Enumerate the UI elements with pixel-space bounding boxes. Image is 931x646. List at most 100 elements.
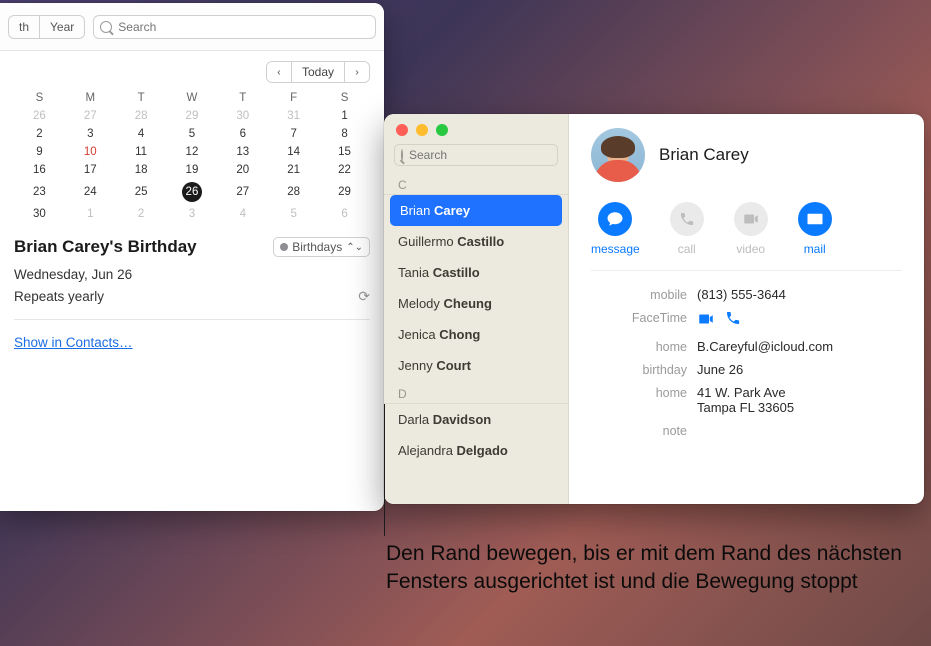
date-cell[interactable]: 20	[217, 161, 268, 179]
date-cell[interactable]: 28	[268, 179, 319, 205]
call-action: call	[670, 202, 704, 256]
calendar-search[interactable]	[93, 15, 376, 39]
date-cell[interactable]: 15	[319, 143, 370, 161]
view-tab-partial[interactable]: th	[9, 16, 39, 38]
mail-action[interactable]: mail	[798, 202, 832, 256]
today-button[interactable]: Today	[291, 62, 345, 82]
field-row: FaceTime	[591, 306, 902, 335]
prev-month-button[interactable]: ‹	[267, 62, 291, 82]
date-cell[interactable]: 13	[217, 143, 268, 161]
search-icon	[100, 21, 112, 33]
event-title: Brian Carey's Birthday	[14, 237, 197, 257]
close-button[interactable]	[396, 124, 408, 136]
section-header: D	[384, 385, 568, 404]
date-cell[interactable]: 3	[65, 125, 116, 143]
contact-list-item[interactable]: Darla Davidson	[384, 404, 568, 435]
date-cell[interactable]: 30	[217, 107, 268, 125]
contact-list-item[interactable]: Guillermo Castillo	[384, 226, 568, 257]
date-cell[interactable]: 25	[116, 179, 167, 205]
date-cell[interactable]: 26	[167, 179, 218, 205]
date-cell[interactable]: 6	[217, 125, 268, 143]
field-row: homeB.Careyful@icloud.com	[591, 335, 902, 358]
section-header: C	[384, 176, 568, 195]
date-cell[interactable]: 11	[116, 143, 167, 161]
facetime-audio-icon[interactable]	[725, 310, 741, 331]
date-cell[interactable]: 27	[65, 107, 116, 125]
date-cell[interactable]: 21	[268, 161, 319, 179]
date-cell[interactable]: 9	[14, 143, 65, 161]
view-tab-year[interactable]: Year	[39, 16, 84, 38]
view-segmented[interactable]: th Year	[8, 15, 85, 39]
date-cell[interactable]: 26	[14, 107, 65, 125]
date-cell[interactable]: 5	[268, 205, 319, 223]
contacts-search-input[interactable]	[409, 148, 564, 162]
field-label: home	[591, 385, 687, 415]
date-cell[interactable]: 1	[65, 205, 116, 223]
message-icon	[598, 202, 632, 236]
date-cell[interactable]: 4	[116, 125, 167, 143]
date-cell[interactable]: 22	[319, 161, 370, 179]
date-cell[interactable]: 16	[14, 161, 65, 179]
date-cell[interactable]: 29	[167, 107, 218, 125]
date-cell[interactable]: 17	[65, 161, 116, 179]
calendar-chip-label: Birthdays	[292, 240, 342, 254]
field-value: June 26	[697, 362, 902, 377]
video-action: video	[734, 202, 768, 256]
calendar-picker[interactable]: Birthdays ⌃⌄	[273, 237, 370, 257]
field-label: note	[591, 423, 687, 438]
date-cell[interactable]: 31	[268, 107, 319, 125]
show-in-contacts-link[interactable]: Show in Contacts…	[14, 335, 133, 350]
date-cell[interactable]: 29	[319, 179, 370, 205]
contact-fields: mobile(813) 555-3644FaceTimehomeB.Careyf…	[591, 270, 902, 442]
facetime-video-icon[interactable]	[697, 310, 715, 331]
date-cell[interactable]: 14	[268, 143, 319, 161]
contact-name: Brian Carey	[659, 145, 749, 165]
date-cell[interactable]: 2	[116, 205, 167, 223]
next-month-button[interactable]: ›	[345, 62, 369, 82]
calendar-search-input[interactable]	[118, 20, 369, 34]
dow-cell: F	[268, 89, 319, 107]
search-icon	[401, 149, 403, 161]
contact-list-item[interactable]: Melody Cheung	[384, 288, 568, 319]
date-cell[interactable]: 2	[14, 125, 65, 143]
event-date: Wednesday, Jun 26	[14, 267, 132, 282]
zoom-button[interactable]	[436, 124, 448, 136]
field-value	[697, 423, 902, 438]
action-row: message call video mail	[591, 202, 902, 256]
date-cell[interactable]: 4	[217, 205, 268, 223]
contacts-search[interactable]	[394, 144, 558, 166]
field-label: FaceTime	[591, 310, 687, 331]
date-cell[interactable]: 3	[167, 205, 218, 223]
date-cell[interactable]: 28	[116, 107, 167, 125]
date-cell[interactable]: 23	[14, 179, 65, 205]
contact-list-item[interactable]: Jenica Chong	[384, 319, 568, 350]
dow-cell: T	[217, 89, 268, 107]
window-controls	[384, 114, 568, 142]
date-cell[interactable]: 19	[167, 161, 218, 179]
contact-detail-pane: Brian Carey messagecallvideomail mobile(…	[569, 114, 924, 504]
date-cell[interactable]: 1	[319, 107, 370, 125]
video-icon	[734, 202, 768, 236]
date-cell[interactable]: 12	[167, 143, 218, 161]
contact-list-item[interactable]: Tania Castillo	[384, 257, 568, 288]
date-cell[interactable]: 7	[268, 125, 319, 143]
date-cell[interactable]: 6	[319, 205, 370, 223]
contact-list-item[interactable]: Brian Carey	[390, 195, 562, 226]
minimize-button[interactable]	[416, 124, 428, 136]
date-cell[interactable]: 24	[65, 179, 116, 205]
action-label: call	[678, 242, 696, 256]
mini-calendar[interactable]: SMTWTFS262728293031123456789101112131415…	[14, 89, 370, 223]
message-action[interactable]: message	[591, 202, 640, 256]
date-cell[interactable]: 5	[167, 125, 218, 143]
date-cell[interactable]: 8	[319, 125, 370, 143]
calendar-window: th Year ‹ Today › SMTWTFS262728293031123…	[0, 3, 384, 511]
field-value	[697, 310, 902, 331]
contact-list-item[interactable]: Alejandra Delgado	[384, 435, 568, 466]
date-cell[interactable]: 27	[217, 179, 268, 205]
date-cell[interactable]: 18	[116, 161, 167, 179]
date-cell[interactable]: 10	[65, 143, 116, 161]
contact-list-item[interactable]: Jenny Court	[384, 350, 568, 381]
contacts-list[interactable]: CBrian CareyGuillermo CastilloTania Cast…	[384, 172, 568, 504]
field-label: home	[591, 339, 687, 354]
date-cell[interactable]: 30	[14, 205, 65, 223]
